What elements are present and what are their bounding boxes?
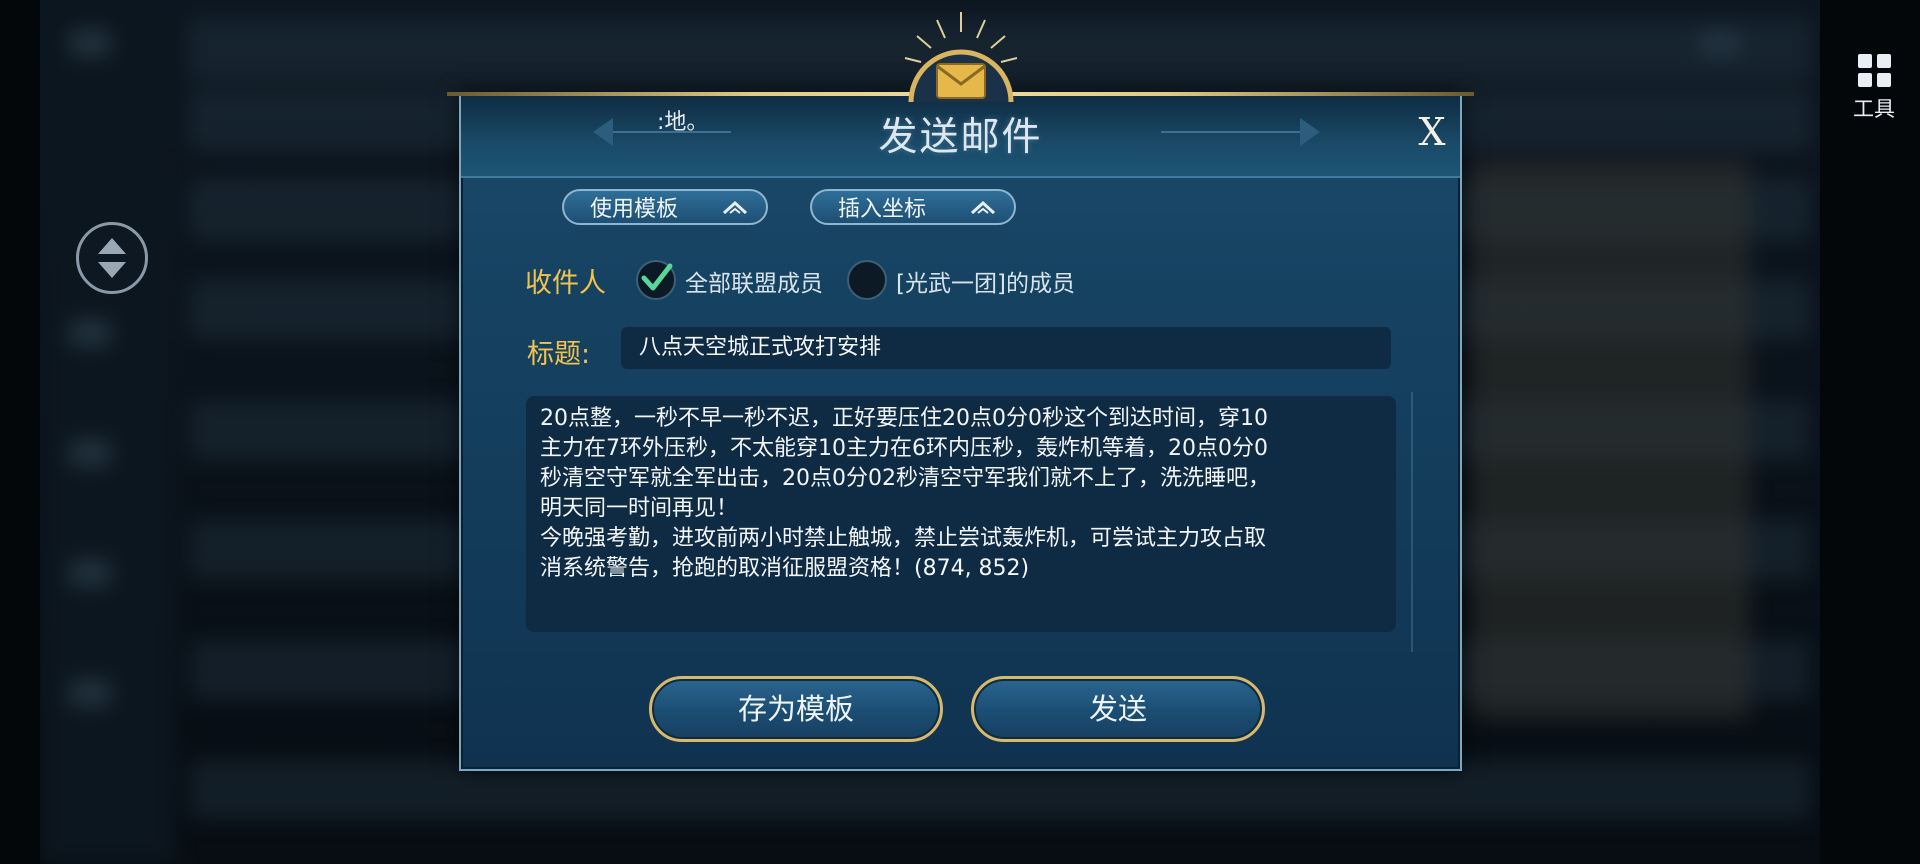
envelope-emblem-icon [904, 12, 1018, 103]
tools-button[interactable]: 工具 [1844, 54, 1904, 123]
close-button[interactable]: X [1412, 112, 1452, 152]
body-line: 明天同一时间再见！ [540, 496, 739, 521]
grid-icon [1844, 54, 1904, 87]
subject-input[interactable]: 八点天空城正式攻打安排 [621, 327, 1391, 369]
scroll-toggle-button[interactable] [76, 222, 148, 294]
send-mail-dialog: :地。 发送邮件 X 使用模板 插入坐标 收件人 全部联盟成员 [光武一团]的成… [447, 12, 1474, 771]
send-button[interactable]: 发送 [971, 676, 1265, 742]
save-template-button[interactable]: 存为模板 [649, 676, 943, 742]
body-line: 20点整，一秒不早一秒不迟，正好要压住20点0分0秒这个到达时间，穿10 [540, 406, 1268, 431]
checkmark-icon [641, 263, 673, 291]
body-line: 秒清空守军就全军出击，20点0分02秒清空守军我们就不上了，洗洗睡吧， [540, 466, 1270, 491]
use-template-button[interactable]: 使用模板 [562, 189, 768, 225]
right-edge [1820, 0, 1920, 864]
group-members-checkbox[interactable] [847, 260, 887, 300]
body-line: 今晚强考勤，进攻前两小时禁止触城，禁止尝试轰炸机，可尝试主力攻占取 [540, 526, 1267, 551]
subject-label: 标题: [527, 339, 591, 370]
message-body-textarea[interactable]: 20点整，一秒不早一秒不迟，正好要压住20点0分0秒这个到达时间，穿10 主力在… [526, 396, 1396, 632]
group-members-label: [光武一团]的成员 [896, 271, 1075, 297]
chevron-up-icon [970, 200, 996, 215]
use-template-label: 使用模板 [590, 197, 679, 222]
left-edge [0, 0, 40, 864]
up-down-arrows-icon [98, 238, 126, 278]
decorative-border [1411, 392, 1463, 652]
tools-label: 工具 [1853, 97, 1895, 121]
all-members-checkbox[interactable] [636, 260, 676, 300]
insert-coordinates-button[interactable]: 插入坐标 [810, 189, 1016, 225]
all-members-label: 全部联盟成员 [685, 271, 823, 297]
body-line: 消系统警告，抢跑的取消征服盟资格！(874, 852) [540, 556, 1030, 581]
recipient-label: 收件人 [525, 268, 606, 299]
insert-coordinates-label: 插入坐标 [838, 197, 927, 222]
game-screen: 工具 :地。 发送邮件 X 使用模板 插入坐标 收件人 全部联盟成员 [光武一团… [0, 0, 1920, 864]
chevron-up-icon [722, 200, 748, 215]
dialog-title: 发送邮件 [878, 115, 1043, 160]
body-line: 主力在7环外压秒，不太能穿10主力在6环内压秒，轰炸机等着，20点0分0 [540, 436, 1268, 461]
